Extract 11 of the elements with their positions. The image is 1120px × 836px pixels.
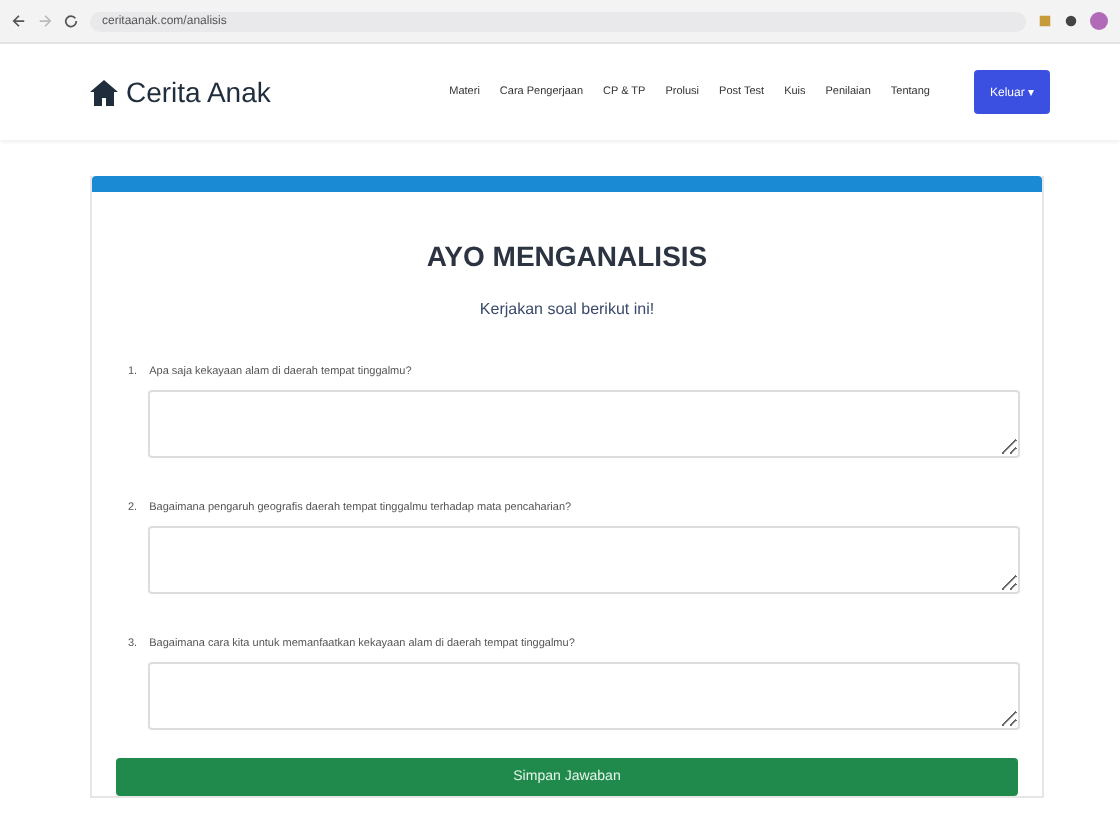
answer-box[interactable] — [148, 390, 1020, 458]
site-logo[interactable]: Cerita Anak — [126, 76, 271, 108]
avatar-icon[interactable] — [1090, 12, 1108, 30]
answer-box[interactable] — [148, 526, 1020, 594]
forward-icon[interactable] — [38, 14, 52, 28]
page-title: AYO MENGANALISIS — [424, 240, 710, 272]
instruction-text: Kerjakan soal berikut ini! — [477, 300, 657, 318]
reload-icon[interactable] — [64, 14, 78, 28]
answer-box[interactable] — [148, 662, 1020, 730]
back-icon[interactable] — [12, 14, 26, 28]
house-icon — [90, 79, 118, 105]
